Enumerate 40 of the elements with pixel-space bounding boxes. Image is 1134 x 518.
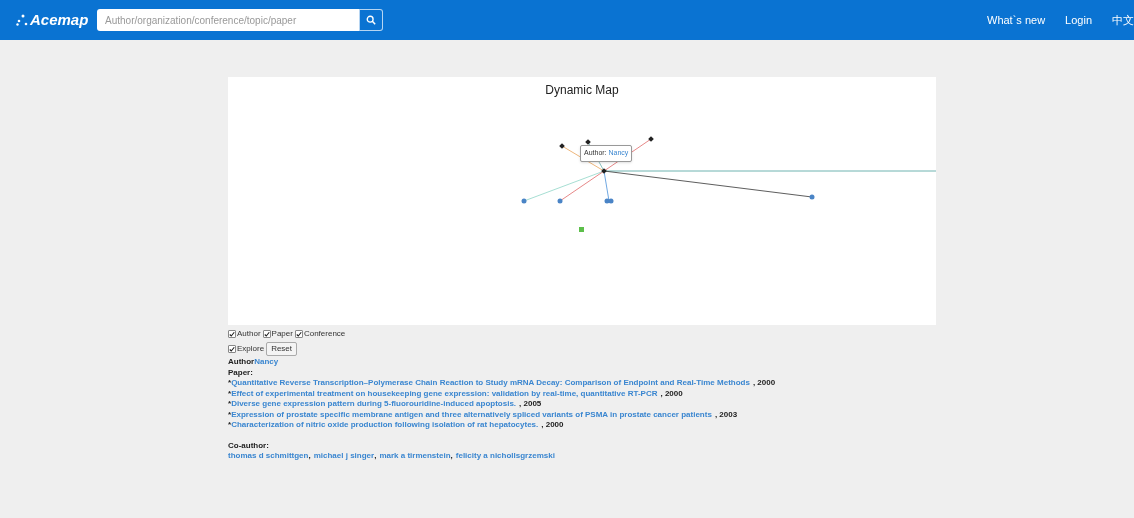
separator: , [308,451,311,462]
paper-link[interactable]: Quantitative Reverse Transcription–Polymerase Chain Reaction to Study mRNA Decay: Comparison of Endpoint and Real-Time Methods [231,378,750,389]
paper-year: , 2005 [519,399,542,410]
search-button[interactable] [359,9,383,31]
nav-link[interactable]: What`s new [987,11,1046,29]
search-icon [366,15,376,25]
checkbox[interactable] [228,330,236,338]
paper-year: , 2000 [752,378,776,389]
coauthor-link[interactable]: mark a tirmenstein [379,451,451,462]
checkbox[interactable] [262,330,271,338]
author-label: Author [228,357,255,368]
separator: , [374,451,377,462]
paper-link[interactable]: Diverse gene expression pattern during 5-fluorouridine-induced apoptosis. [231,399,517,410]
paper-year: , 2003 [714,409,738,420]
map-title: Dynamic Map [545,82,619,99]
checkbox-label: Explore [237,343,265,355]
coauthor-label: Co-author: [228,440,269,451]
checkbox-label: Paper [271,328,293,340]
logo-text: Acemap [30,9,89,30]
paper-link[interactable]: Effect of experimental treatment on housekeeping gene expression: validation by real-time, quantitative RT-PCR [231,388,658,399]
paper-year: , 2000 [541,420,564,431]
bullet: * [228,399,232,410]
separator: , [450,451,453,462]
paper-link[interactable]: Characterization of nitric oxide production following isolation of rat hepatocytes. [231,420,539,431]
paper-label: Paper: [228,367,253,378]
checkbox-label: Author [237,328,261,340]
dots-icon [16,14,28,26]
paper-year: , 2000 [660,388,683,399]
search-field[interactable]: Author/organization/conference/topic/paper [97,9,359,31]
author-link[interactable]: Nancy [254,357,279,368]
checkbox[interactable] [294,330,303,338]
coauthor-link[interactable]: felicity a nichollsgrzemski [455,451,555,462]
paper-link[interactable]: Expression of prostate specific membrane antigen and three alternatively spliced variants of PSMA in prostate cancer patients [231,409,712,420]
checkbox-label: Conference [303,328,346,340]
checkbox[interactable] [228,345,236,353]
bullet: * [228,409,232,420]
logo[interactable]: Acemap [16,8,96,32]
nav-link[interactable]: Login [1065,11,1092,29]
nav-link[interactable]: 中文 [1112,11,1134,29]
reset-button[interactable]: Reset [266,342,298,356]
